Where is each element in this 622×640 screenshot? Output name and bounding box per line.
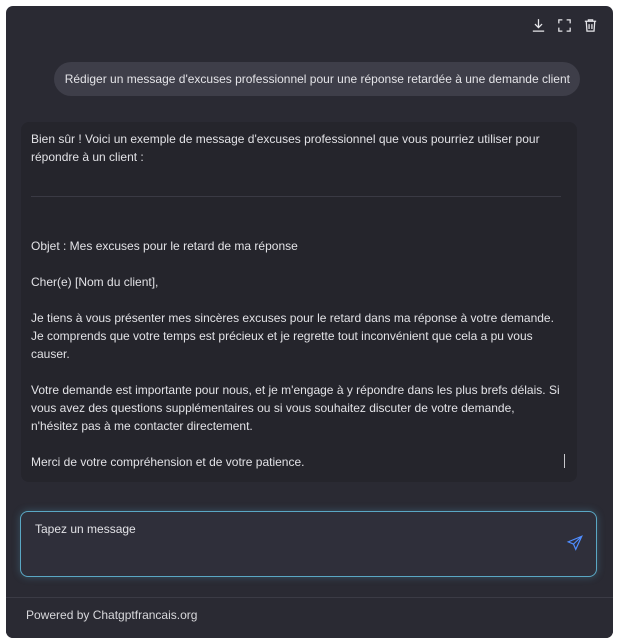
user-message-bubble: Rédiger un message d'excuses professionn…: [53, 62, 580, 96]
fullscreen-icon: [557, 18, 571, 32]
email-paragraph-1: Je tiens à vous présenter mes sincères e…: [31, 311, 554, 361]
download-icon: [532, 18, 544, 32]
footer: Powered by Chatgptfrancais.org: [6, 597, 613, 638]
email-subject: Objet : Mes excuses pour le retard de ma…: [31, 239, 298, 253]
trash-icon: [584, 18, 596, 32]
email-greeting: Cher(e) [Nom du client],: [31, 275, 159, 289]
message-input[interactable]: [33, 521, 557, 537]
download-button[interactable]: [529, 16, 547, 34]
chat-window: Rédiger un message d'excuses professionn…: [6, 6, 613, 638]
fullscreen-button[interactable]: [555, 16, 573, 34]
divider: [31, 196, 561, 197]
assistant-message-card: Bien sûr ! Voici un exemple de message d…: [21, 122, 577, 482]
assistant-intro: Bien sûr ! Voici un exemple de message d…: [31, 132, 540, 164]
scrollbar[interactable]: [564, 454, 565, 468]
send-button[interactable]: [566, 534, 584, 552]
message-input-box: [20, 511, 597, 577]
powered-by-text: Powered by Chatgptfrancais.org: [26, 608, 198, 622]
toolbar: [529, 16, 599, 34]
email-paragraph-2: Votre demande est importante pour nous, …: [31, 383, 560, 433]
send-icon: [566, 535, 583, 551]
assistant-message-content: Bien sûr ! Voici un exemple de message d…: [31, 130, 561, 471]
delete-button[interactable]: [581, 16, 599, 34]
email-closing: Merci de votre compréhension et de votre…: [31, 455, 305, 469]
